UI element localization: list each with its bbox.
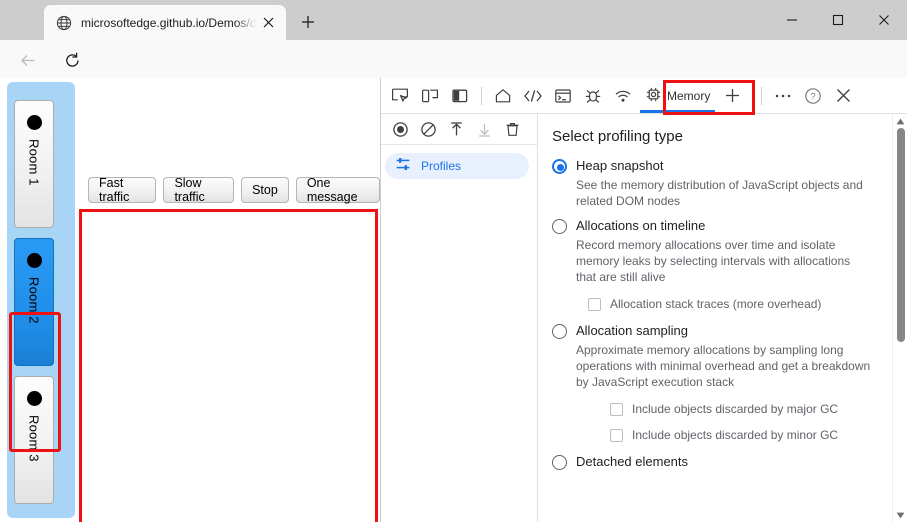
devtools-toolbar: Memory ?	[381, 78, 907, 114]
room-label: Room 1	[26, 139, 42, 186]
back-button[interactable]	[14, 46, 42, 74]
save-profile-icon	[471, 116, 497, 142]
room-status-dot	[26, 115, 42, 130]
scroll-up-arrow-icon[interactable]	[893, 114, 907, 128]
memory-pane-scrollbar[interactable]	[892, 114, 907, 522]
room-button-1[interactable]: Room 1	[14, 100, 54, 228]
devtools-close-icon[interactable]	[828, 81, 858, 111]
room-status-dot	[26, 253, 42, 268]
message-list-annotation-box	[79, 209, 378, 522]
navigation-bar: https://microsoftedge.github.io/Demos/de…	[0, 40, 907, 114]
scrollbar-thumb[interactable]	[897, 128, 905, 342]
sidebar-item-profiles[interactable]: Profiles	[385, 153, 529, 179]
option-title: Allocation sampling	[576, 323, 689, 338]
memory-chip-icon	[645, 86, 662, 106]
filter-sliders-icon	[395, 156, 411, 177]
dock-side-icon[interactable]	[445, 81, 475, 111]
browser-window: microsoftedge.github.io/Demos/d Room 1 R…	[0, 0, 907, 522]
tab-memory[interactable]: Memory	[638, 81, 717, 113]
record-icon[interactable]	[387, 116, 413, 142]
radio-allocations-on-timeline[interactable]	[552, 219, 567, 234]
stop-button[interactable]: Stop	[241, 177, 289, 203]
clear-icon[interactable]	[415, 116, 441, 142]
option-heap-snapshot[interactable]: Heap snapshot See the memory distributio…	[552, 158, 882, 209]
globe-icon	[56, 15, 72, 31]
checkbox-label: Allocation stack traces (more overhead)	[610, 297, 822, 311]
delete-profile-icon[interactable]	[499, 116, 525, 142]
profiles-label: Profiles	[421, 159, 462, 173]
checkbox-box[interactable]	[588, 297, 601, 311]
network-icon[interactable]	[608, 81, 638, 111]
help-icon[interactable]: ?	[798, 81, 828, 111]
svg-text:?: ?	[811, 91, 816, 102]
profiles-toolbar	[381, 114, 537, 145]
fast-traffic-button[interactable]: Fast traffic	[88, 176, 157, 204]
radio-detached-elements[interactable]	[552, 455, 567, 470]
browser-tab[interactable]: microsoftedge.github.io/Demos/d	[44, 5, 286, 40]
demo-controls: Fast traffic Slow traffic Stop One messa…	[88, 176, 380, 204]
radio-allocation-sampling[interactable]	[552, 324, 567, 339]
option-description: See the memory distribution of JavaScrip…	[576, 178, 863, 208]
minimize-button[interactable]	[769, 0, 815, 40]
new-tab-button[interactable]	[293, 8, 323, 36]
tab-memory-label: Memory	[667, 88, 711, 103]
checkbox-label: Include objects discarded by major GC	[632, 402, 839, 416]
inspect-element-icon[interactable]	[385, 81, 415, 111]
checkbox-allocation-stack-traces[interactable]: Allocation stack traces (more overhead)	[588, 297, 882, 311]
slow-traffic-button[interactable]: Slow traffic	[163, 176, 235, 204]
option-allocation-sampling[interactable]: Allocation sampling Approximate memory a…	[552, 323, 882, 442]
add-panel-button[interactable]	[717, 81, 747, 111]
sources-bug-icon[interactable]	[578, 81, 608, 111]
devtools-more-options-icon[interactable]	[768, 81, 798, 111]
page-title: Select profiling type	[552, 128, 683, 145]
room-2-annotation-box	[9, 312, 61, 452]
toolbar-divider	[761, 86, 763, 105]
option-allocations-on-timeline[interactable]: Allocations on timeline Record memory al…	[552, 218, 882, 311]
checkbox-box[interactable]	[610, 402, 623, 416]
option-detached-elements[interactable]: Detached elements	[552, 454, 882, 470]
device-emulation-icon[interactable]	[415, 81, 445, 111]
tab-title: microsoftedge.github.io/Demos/d	[81, 15, 256, 30]
devtools-panel: Memory ? Profiles Select profiling type …	[380, 78, 907, 522]
web-page-content: Room 1 Room 2 Room 3 Fast traffic Slow t…	[0, 78, 380, 522]
toolbar-divider	[481, 86, 482, 105]
maximize-button[interactable]	[815, 0, 861, 40]
profiles-sidebar: Profiles	[381, 114, 538, 522]
radio-heap-snapshot[interactable]	[552, 159, 567, 174]
console-icon[interactable]	[548, 81, 578, 111]
welcome-home-icon[interactable]	[488, 81, 518, 111]
checkbox-include-major-gc[interactable]: Include objects discarded by major GC	[610, 402, 882, 416]
checkbox-label: Include objects discarded by minor GC	[632, 428, 839, 442]
option-title: Allocations on timeline	[576, 218, 706, 233]
load-profile-icon[interactable]	[443, 116, 469, 142]
option-description: Approximate memory allocations by sampli…	[576, 343, 871, 389]
option-title: Heap snapshot	[576, 158, 664, 173]
close-button[interactable]	[861, 0, 907, 40]
checkbox-include-minor-gc[interactable]: Include objects discarded by minor GC	[610, 428, 882, 442]
checkbox-box[interactable]	[610, 428, 623, 442]
title-bar: microsoftedge.github.io/Demos/d	[0, 0, 907, 40]
elements-icon[interactable]	[518, 81, 548, 111]
close-icon[interactable]	[256, 11, 280, 35]
scroll-down-arrow-icon[interactable]	[893, 508, 907, 522]
reload-button[interactable]	[58, 46, 86, 74]
option-title: Detached elements	[576, 454, 689, 469]
option-description: Record memory allocations over time and …	[576, 238, 851, 284]
window-controls	[769, 0, 907, 40]
memory-profiling-pane: Select profiling type Heap snapshot See …	[538, 114, 907, 522]
one-message-button[interactable]: One message	[295, 176, 380, 204]
